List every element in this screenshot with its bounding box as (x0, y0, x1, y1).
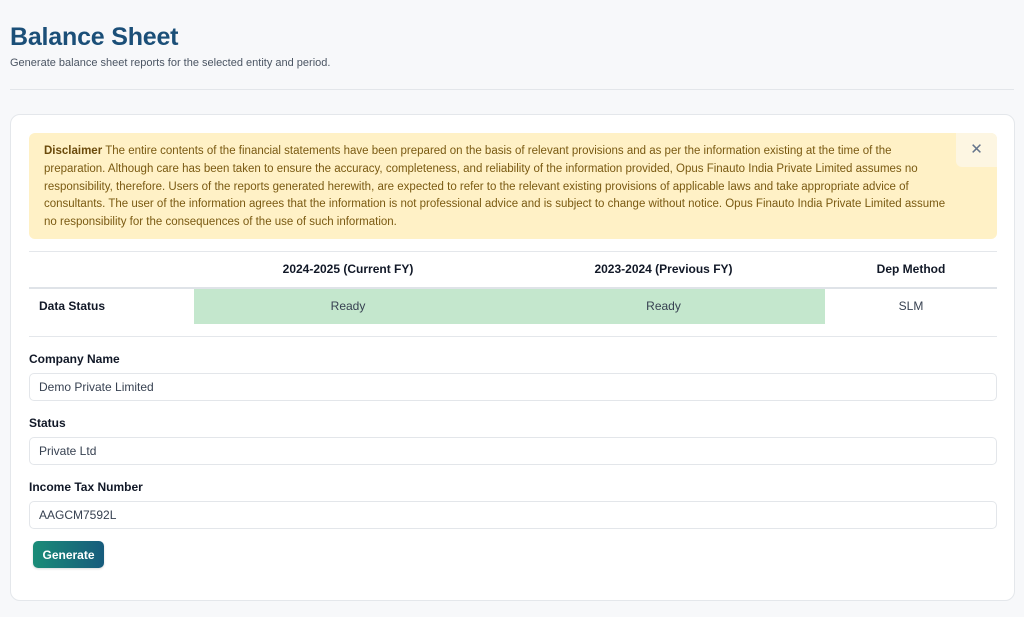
status-label: Status (29, 416, 66, 430)
table-row: Data Status Ready Ready SLM (29, 287, 997, 324)
income-tax-number-field[interactable] (29, 501, 997, 529)
header-previous-fy: 2023-2024 (Previous FY) (594, 262, 733, 277)
previous-fy-status: Ready (502, 287, 825, 324)
close-disclaimer-button[interactable]: ✕ (956, 133, 997, 167)
income-tax-number-label: Income Tax Number (29, 480, 143, 494)
data-status-table: 2024-2025 (Current FY) 2023-2024 (Previo… (29, 251, 997, 324)
close-icon: ✕ (970, 141, 983, 159)
status-field[interactable] (29, 437, 997, 465)
disclaimer-label: Disclaimer (44, 145, 103, 157)
dep-method-value: SLM (898, 299, 924, 313)
disclaimer-alert: Disclaimer The entire contents of the fi… (29, 133, 997, 239)
balance-sheet-card: Disclaimer The entire contents of the fi… (10, 114, 1015, 601)
table-header-row: 2024-2025 (Current FY) 2023-2024 (Previo… (29, 251, 997, 288)
page-title: Balance Sheet (10, 23, 179, 51)
header-divider (10, 89, 1014, 90)
header-blank (29, 252, 194, 288)
generate-button[interactable]: Generate (33, 541, 104, 568)
current-fy-status: Ready (194, 287, 502, 324)
row-label-data-status: Data Status (39, 299, 106, 313)
page-subtitle: Generate balance sheet reports for the s… (10, 57, 331, 69)
company-name-field[interactable] (29, 373, 997, 401)
header-dep-method: Dep Method (876, 262, 946, 277)
company-name-label: Company Name (29, 352, 120, 366)
disclaimer-text: The entire contents of the financial sta… (44, 145, 946, 229)
section-divider (29, 336, 997, 337)
page-header: Balance Sheet Generate balance sheet rep… (10, 22, 1014, 69)
header-current-fy: 2024-2025 (Current FY) (282, 262, 414, 277)
